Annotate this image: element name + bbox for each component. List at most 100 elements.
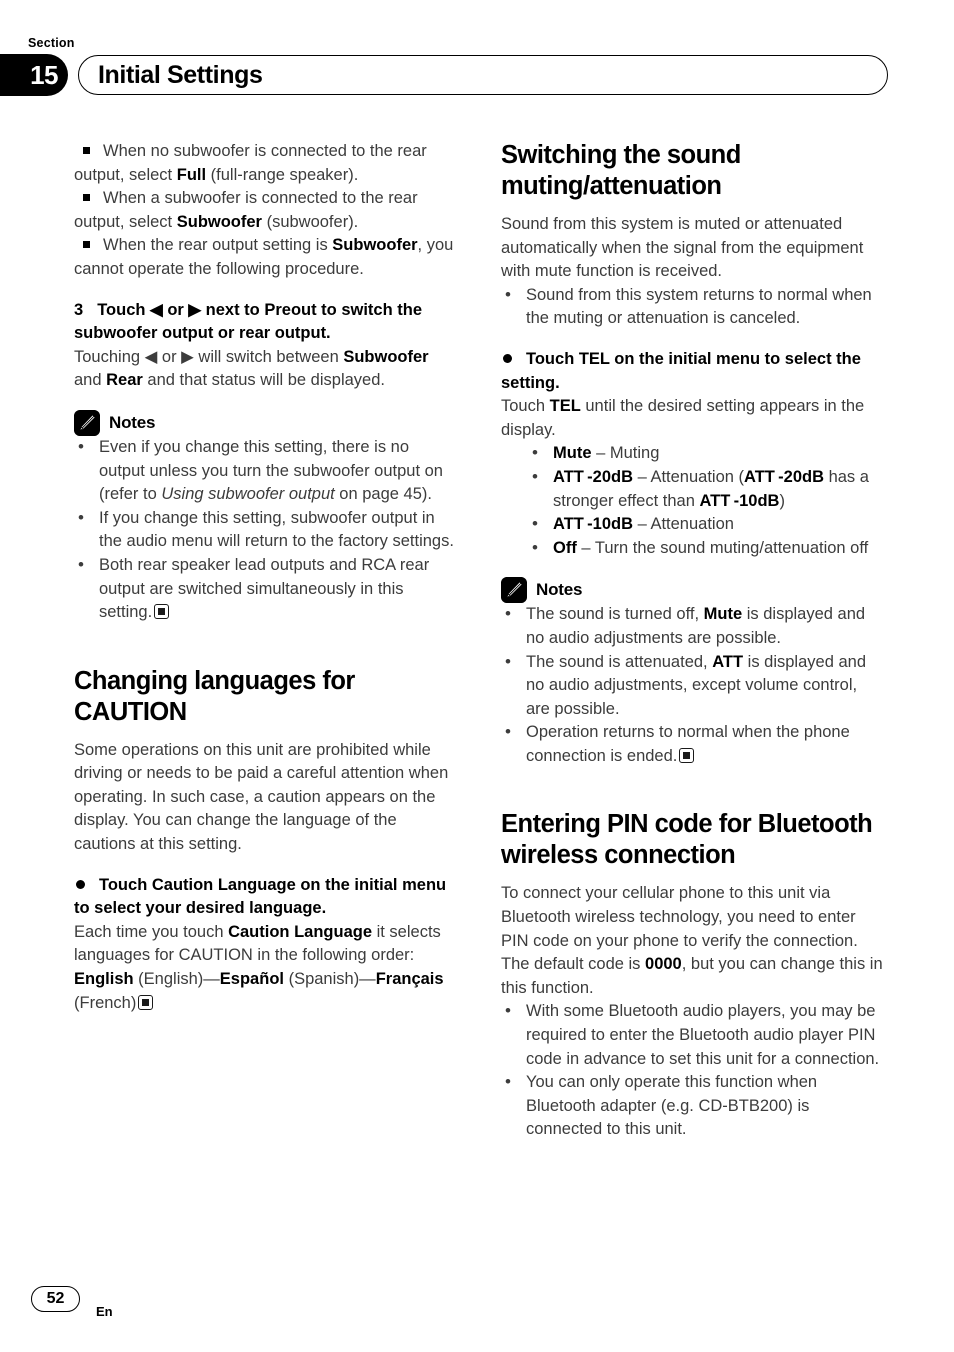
setting-desc: Muting [609, 444, 660, 463]
list-item: With some Bluetooth audio players, you m… [501, 999, 883, 1071]
italic-reference: Using subwoofer output [161, 485, 335, 504]
end-of-section-icon [679, 747, 695, 763]
circle-bullet-heading: Touch Caution Language on the initial me… [74, 874, 456, 921]
notes-heading: Notes [501, 577, 883, 604]
text: If you change this setting, subwoofer ou… [99, 508, 454, 551]
list-item: You can only operate this function when … [501, 1070, 883, 1142]
list-item: Both rear speaker lead outputs and RCA r… [74, 553, 456, 625]
left-column: When no subwoofer is connected to the re… [74, 140, 456, 1015]
step-body: Touching ◀ or ▶ will switch between Subw… [74, 346, 456, 393]
square-bullet-icon [83, 194, 90, 202]
bold-term: Subwoofer [176, 212, 262, 231]
bold-term: Subwoofer [332, 236, 418, 255]
page-title: Initial Settings [98, 61, 263, 89]
bold-term: Caution Language [228, 922, 373, 941]
setting-name: ATT -10dB [553, 515, 633, 534]
square-bullet-item: When a subwoofer is connected to the rea… [74, 187, 456, 234]
separator: – [633, 515, 651, 534]
circle-bullet-body: Touch TEL until the desired setting appe… [501, 395, 883, 442]
bold-term: TEL [549, 397, 581, 416]
circle-bullet-icon [76, 879, 85, 889]
text: Touch TEL on the initial menu to select … [501, 349, 861, 392]
text: Each time you touch [74, 922, 229, 941]
circle-bullet-icon [503, 353, 512, 363]
bold-term: ATT [712, 652, 744, 671]
pin-intro: To connect your cellular phone to this u… [501, 882, 883, 1000]
text-tail: (subwoofer). [261, 212, 359, 231]
bold-term: ATT -10dB [699, 491, 780, 510]
bold-term: ATT -20dB [744, 467, 824, 486]
setting-name: Off [553, 538, 577, 557]
setting-desc: ) [779, 491, 785, 510]
bold-term: Rear [106, 371, 143, 390]
text: (French) [74, 993, 137, 1012]
step-number: 3 [74, 300, 84, 319]
list-item: ATT -20dB – Attenuation (ATT -20dB has a… [501, 465, 883, 513]
pin-notes-list: With some Bluetooth audio players, you m… [501, 999, 883, 1142]
separator: – [633, 467, 651, 486]
right-column: Switching the sound muting/attenuation S… [501, 140, 883, 1142]
notes-pencil-icon [501, 577, 527, 604]
text: Both rear speaker lead outputs and RCA r… [99, 555, 430, 622]
text: The sound is attenuated, [526, 652, 713, 671]
text: and [74, 371, 107, 390]
end-of-section-icon [138, 994, 154, 1010]
language-order: English (English)—Español (Spanish)—Fran… [74, 968, 456, 1015]
separator: – [576, 538, 595, 557]
bold-term: English [74, 970, 134, 989]
text-tail: on page 45). [334, 485, 432, 504]
page-number: 52 [31, 1286, 80, 1312]
page-header: Section 15 Initial Settings [0, 0, 954, 110]
notes-list: The sound is turned off, Mute is display… [501, 602, 883, 768]
text: (Spanish)— [283, 970, 376, 989]
circle-bullet-body: Each time you touch Caution Language it … [74, 921, 456, 968]
section-heading-changing-languages: Changing languages for CAUTION [74, 666, 355, 726]
bold-term: Full [176, 165, 207, 184]
list-item: Sound from this system returns to normal… [501, 283, 883, 331]
list-item: The sound is turned off, Mute is display… [501, 602, 883, 650]
step-text: Touch ◀ or ▶ next to Preout to switch th… [74, 300, 423, 343]
list-item: If you change this setting, subwoofer ou… [74, 506, 456, 554]
notes-pencil-icon [74, 409, 100, 436]
list-item: Operation returns to normal when the pho… [501, 720, 883, 768]
text: Touch [501, 397, 550, 416]
section-heading-entering-pin: Entering PIN code for Bluetooth wireless… [501, 810, 873, 870]
text: (English)— [133, 970, 220, 989]
section-heading-switching-sound: Switching the sound muting/attenuation [501, 141, 741, 200]
text: Touching ◀ or ▶ will switch between [74, 347, 344, 366]
separator: – [591, 444, 610, 463]
text-tail: (full-range speaker). [206, 165, 359, 184]
square-bullet-item: When the rear output setting is Subwoofe… [74, 234, 456, 281]
square-bullet-icon [83, 241, 90, 249]
list-item: Even if you change this setting, there i… [74, 435, 456, 507]
notes-list: Even if you change this setting, there i… [74, 435, 456, 625]
setting-name: Mute [553, 444, 592, 463]
section-label: Section [28, 36, 75, 50]
bold-term: Mute [703, 605, 743, 624]
list-item: ATT -10dB – Attenuation [501, 512, 883, 537]
list-item: Mute – Muting [501, 441, 883, 466]
list-item: The sound is attenuated, ATT is displaye… [501, 650, 883, 722]
end-of-section-icon [154, 604, 170, 620]
section-intro: Some operations on this unit are prohibi… [74, 740, 449, 854]
circle-bullet-heading: Touch TEL on the initial menu to select … [501, 348, 883, 395]
text: Touch Caution Language on the initial me… [74, 875, 447, 918]
setting-desc: Turn the sound muting/attenuation off [594, 538, 869, 557]
square-bullet-item: When no subwoofer is connected to the re… [74, 140, 456, 187]
setting-desc: Attenuation ( [650, 467, 744, 486]
square-bullet-icon [83, 147, 90, 154]
notes-label: Notes [109, 412, 156, 432]
bold-term: Français [375, 970, 444, 989]
step-heading: 3 Touch ◀ or ▶ next to Preout to switch t… [74, 299, 456, 346]
text: and that status will be displayed. [142, 371, 385, 390]
default-pin-code: 0000 [645, 955, 682, 974]
setting-name: ATT -20dB [553, 467, 633, 486]
bold-term: Español [219, 970, 284, 989]
setting-desc: Attenuation [650, 515, 734, 534]
bold-term: Subwoofer [343, 347, 429, 366]
notes-heading: Notes [74, 409, 456, 436]
settings-list: Mute – Muting ATT -20dB – Attenuation (A… [501, 441, 883, 561]
language-code: En [96, 1304, 113, 1319]
list-item: Off – Turn the sound muting/attenuation … [501, 536, 883, 561]
text: The sound is turned off, [526, 605, 704, 624]
